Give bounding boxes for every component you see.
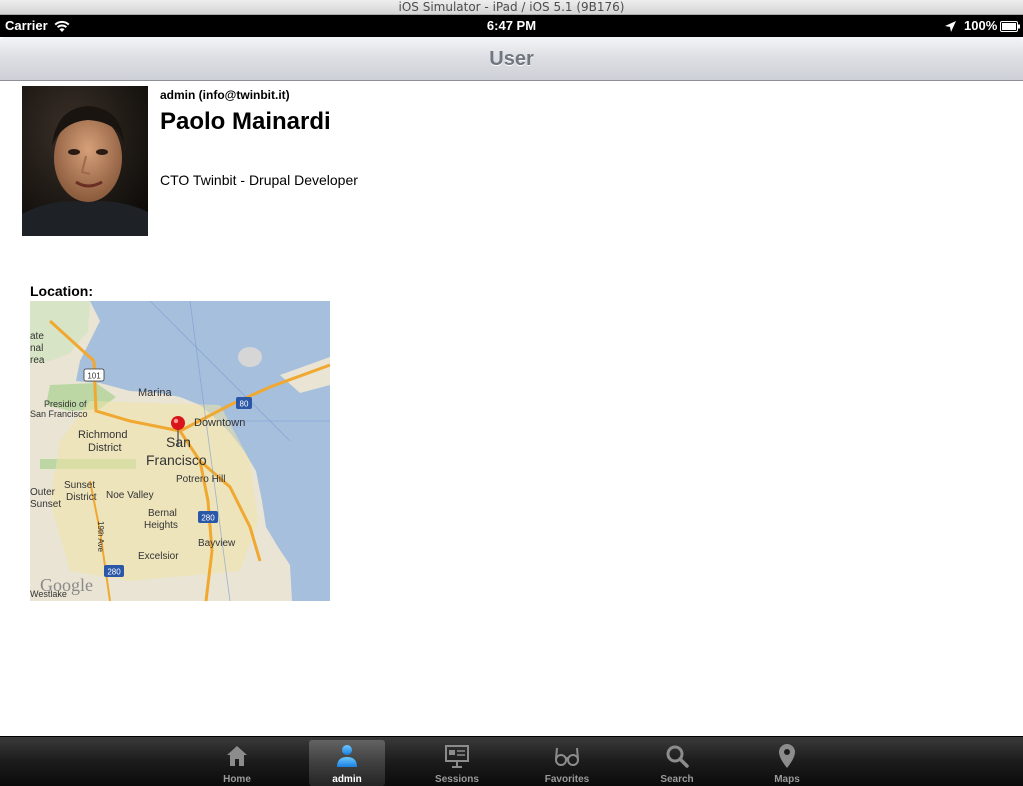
tab-label-admin: admin bbox=[332, 774, 362, 785]
map-canvas[interactable]: 101 80 280 280 ate nal rea Marina Presid… bbox=[30, 301, 330, 601]
map-label-presidio: Presidio of bbox=[44, 399, 87, 409]
map-label-noe: Noe Valley bbox=[106, 490, 154, 501]
tab-admin[interactable]: admin bbox=[309, 740, 385, 786]
tab-bar: Home admin Sessions Favorites Search Map… bbox=[0, 736, 1023, 786]
tab-label-home: Home bbox=[223, 774, 251, 785]
navigation-bar: User bbox=[0, 37, 1023, 81]
map-label-outer-sunset: Sunset bbox=[30, 499, 61, 510]
username-email: admin (info@twinbit.it) bbox=[160, 88, 290, 102]
location-label: Location: bbox=[30, 283, 93, 299]
hwy-80-label: 80 bbox=[240, 400, 249, 409]
google-logo: Google bbox=[40, 575, 93, 595]
tab-label-maps: Maps bbox=[774, 774, 800, 785]
glasses-icon bbox=[555, 747, 579, 766]
simulator-title-bar: iOS Simulator - iPad / iOS 5.1 (9B176) bbox=[0, 0, 1023, 15]
map-label-sf-small: San Francisco bbox=[30, 409, 88, 419]
map-pin-icon bbox=[779, 744, 795, 768]
map-label-bayview: Bayview bbox=[198, 538, 236, 549]
tab-sessions[interactable]: Sessions bbox=[419, 740, 495, 786]
battery-percentage: 100% bbox=[964, 18, 998, 33]
map-label-downtown: Downtown bbox=[194, 417, 245, 429]
map-label-ate: ate bbox=[30, 331, 44, 342]
hwy-280-label-a: 280 bbox=[201, 514, 215, 523]
map-label-marina: Marina bbox=[138, 387, 173, 399]
map-label-sunset: Sunset bbox=[64, 480, 95, 491]
hwy-101-label: 101 bbox=[87, 372, 101, 381]
search-icon bbox=[666, 745, 689, 768]
location-map[interactable]: 101 80 280 280 ate nal rea Marina Presid… bbox=[30, 301, 330, 601]
full-name: Paolo Mainardi bbox=[160, 108, 331, 135]
simulator-title: iOS Simulator - iPad / iOS 5.1 (9B176) bbox=[398, 0, 625, 14]
user-icon bbox=[337, 745, 357, 767]
tab-favorites[interactable]: Favorites bbox=[529, 740, 605, 786]
avatar-photo bbox=[22, 86, 148, 236]
map-label-sunset-district: District bbox=[66, 492, 97, 503]
map-label-richmond: Richmond bbox=[78, 429, 128, 441]
page-title: User bbox=[489, 48, 534, 70]
map-label-excelsior: Excelsior bbox=[138, 551, 179, 562]
home-icon bbox=[227, 746, 247, 766]
status-bar: Carrier 6:47 PM 100% bbox=[0, 15, 1023, 37]
map-label-san: San bbox=[166, 434, 191, 450]
presentation-icon bbox=[445, 745, 469, 768]
tab-maps[interactable]: Maps bbox=[749, 740, 825, 786]
map-label-rea: rea bbox=[30, 355, 45, 366]
map-label-heights: Heights bbox=[144, 520, 178, 531]
map-label-potrero: Potrero Hill bbox=[176, 474, 225, 485]
battery-icon bbox=[1000, 21, 1020, 32]
map-label-francisco: Francisco bbox=[146, 452, 207, 468]
tab-label-sessions: Sessions bbox=[435, 774, 479, 785]
status-time: 6:47 PM bbox=[486, 18, 537, 33]
hwy-280-label-b: 280 bbox=[107, 568, 121, 577]
map-label-richmond-district: District bbox=[88, 442, 122, 454]
map-label-bernal: Bernal bbox=[148, 508, 177, 519]
map-label-nal: nal bbox=[30, 343, 43, 354]
role-description: CTO Twinbit - Drupal Developer bbox=[160, 172, 358, 188]
tab-home[interactable]: Home bbox=[199, 740, 275, 786]
avatar bbox=[22, 86, 148, 236]
map-label-19th-ave: 19th Ave bbox=[96, 521, 105, 553]
location-arrow-icon bbox=[945, 21, 956, 32]
tab-label-favorites: Favorites bbox=[544, 774, 590, 785]
map-label-outer: Outer bbox=[30, 487, 56, 498]
tab-label-search: Search bbox=[660, 774, 694, 785]
tab-search[interactable]: Search bbox=[639, 740, 715, 786]
